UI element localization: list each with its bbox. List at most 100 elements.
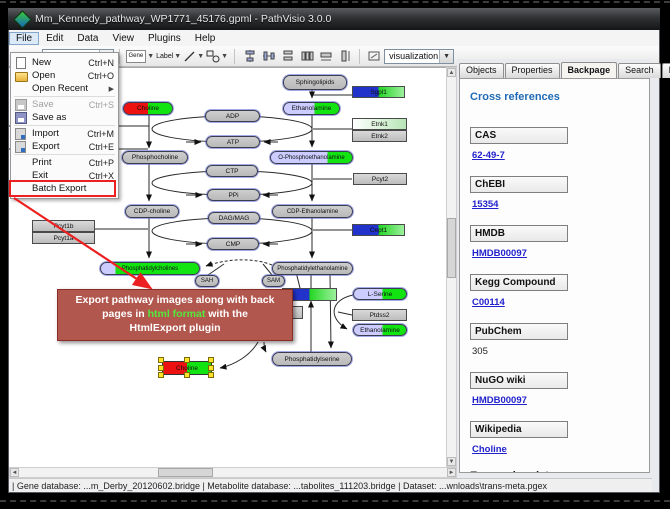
common-height-button[interactable] bbox=[336, 48, 353, 65]
node-ethanolamine-top[interactable]: Ethanolamine bbox=[283, 102, 340, 115]
selection-handle[interactable] bbox=[158, 372, 164, 378]
xref-header-chebi: ChEBI bbox=[470, 176, 568, 193]
selection-handle[interactable] bbox=[158, 365, 164, 371]
xref-link-chebi[interactable]: 15354 bbox=[472, 199, 639, 210]
selection-handle[interactable] bbox=[184, 357, 190, 363]
node-phosphatidylcholines[interactable]: Phosphatidylcholines bbox=[100, 262, 200, 275]
menu-item-save[interactable]: SaveCtrl+S bbox=[11, 98, 118, 111]
chevron-down-icon[interactable]: ▼ bbox=[221, 53, 228, 60]
node-sam[interactable]: SAM bbox=[262, 275, 285, 287]
node-cdp-choline[interactable]: CDP-choline bbox=[125, 205, 179, 218]
visualization-combobox[interactable]: visualization ▼ bbox=[384, 49, 454, 64]
node-pcyt1a[interactable]: Pcyt1a bbox=[32, 232, 95, 244]
menu-item-print[interactable]: PrintCtrl+P bbox=[11, 156, 118, 169]
node-choline-top[interactable]: Choline bbox=[123, 102, 173, 115]
tab-search[interactable]: Search bbox=[618, 63, 661, 78]
tab-objects[interactable]: Objects bbox=[459, 63, 504, 78]
menu-item-open[interactable]: OpenCtrl+O bbox=[11, 69, 118, 82]
export-icon bbox=[15, 141, 27, 152]
menu-help[interactable]: Help bbox=[188, 32, 223, 45]
label-icon: Label bbox=[156, 53, 173, 60]
node-phosphocholine[interactable]: Phosphocholine bbox=[122, 151, 188, 164]
node-sah[interactable]: SAH bbox=[195, 275, 219, 287]
add-label-button[interactable]: Label ▼ bbox=[156, 48, 181, 65]
node-atp[interactable]: ATP bbox=[206, 136, 260, 148]
scroll-left-icon[interactable]: ◄ bbox=[10, 468, 19, 477]
node-cept1[interactable]: Cept1 bbox=[352, 224, 405, 236]
node-l-serine[interactable]: L-Serine bbox=[353, 288, 407, 300]
xref-link-nugo[interactable]: HMDB00097 bbox=[472, 395, 639, 406]
node-cmp[interactable]: CMP bbox=[207, 238, 259, 250]
gene-node-icon: Gene bbox=[126, 50, 147, 63]
open-folder-icon bbox=[15, 70, 27, 81]
scrollbar-thumb[interactable] bbox=[447, 218, 456, 278]
selection-handle[interactable] bbox=[184, 372, 190, 378]
import-icon bbox=[15, 128, 27, 139]
node-sphingolipids[interactable]: Sphingolipids bbox=[283, 75, 347, 90]
submenu-arrow-icon: ▶ bbox=[109, 85, 114, 93]
node-etnk1[interactable]: Etnk1 bbox=[352, 118, 407, 130]
xref-header-nugo: NuGO wiki bbox=[470, 372, 568, 389]
stack-horizontal-button[interactable] bbox=[298, 48, 315, 65]
selection-handle[interactable] bbox=[158, 357, 164, 363]
menu-item-export[interactable]: ExportCtrl+E bbox=[11, 140, 118, 153]
title-bar[interactable]: Mm_Kennedy_pathway_WP1771_45176.gpml - P… bbox=[8, 8, 660, 30]
cross-references-heading: Cross references bbox=[470, 91, 639, 103]
tab-legend[interactable]: Legend bbox=[662, 63, 670, 78]
stack-vertical-button[interactable] bbox=[279, 48, 296, 65]
menu-item-import[interactable]: ImportCtrl+M bbox=[11, 127, 118, 140]
add-gene-node-button[interactable]: Gene ▼ bbox=[126, 48, 155, 65]
menu-separator bbox=[14, 154, 115, 155]
node-pcyt1b[interactable]: Pcyt1b bbox=[32, 220, 95, 232]
line-tool-button[interactable]: ▼ bbox=[183, 48, 204, 65]
tab-backpage[interactable]: Backpage bbox=[561, 62, 618, 78]
node-cdp-ethanolamine[interactable]: CDP-Ethanolamine bbox=[272, 205, 353, 218]
scrollbar-thumb[interactable] bbox=[158, 468, 213, 477]
line-icon bbox=[183, 50, 196, 63]
visualization-icon[interactable] bbox=[366, 48, 383, 65]
node-phosphatidylethanolamine[interactable]: Phosphatidylethanolamine bbox=[272, 262, 353, 275]
node-ethanolamine-bottom[interactable]: Ethanolamine bbox=[353, 324, 407, 336]
menu-file[interactable]: File bbox=[9, 32, 39, 45]
node-pcyt2[interactable]: Pcyt2 bbox=[353, 173, 407, 185]
node-phosphatidylserine[interactable]: Phosphatidylserine bbox=[272, 352, 352, 366]
scroll-right-icon[interactable]: ► bbox=[447, 468, 456, 477]
xref-link-hmdb[interactable]: HMDB00097 bbox=[472, 248, 639, 259]
scroll-down-icon[interactable]: ▼ bbox=[447, 457, 456, 466]
selection-handle[interactable] bbox=[208, 372, 214, 378]
xref-link-wikipedia[interactable]: Choline bbox=[472, 444, 639, 455]
menu-item-new[interactable]: NewCtrl+N bbox=[11, 56, 118, 69]
common-width-button[interactable] bbox=[317, 48, 334, 65]
menu-plugins[interactable]: Plugins bbox=[141, 32, 188, 45]
menu-item-open-recent[interactable]: Open Recent▶ bbox=[11, 82, 118, 95]
align-center-y-button[interactable] bbox=[260, 48, 277, 65]
node-ppi[interactable]: PPi bbox=[207, 189, 260, 201]
status-bar: | Gene database: ...m_Derby_20120602.bri… bbox=[9, 478, 652, 492]
chevron-down-icon[interactable]: ▼ bbox=[197, 53, 204, 60]
node-ptdss2[interactable]: Ptdss2 bbox=[352, 309, 407, 321]
scroll-up-icon[interactable]: ▲ bbox=[447, 68, 456, 77]
align-center-x-button[interactable] bbox=[241, 48, 258, 65]
chevron-down-icon[interactable]: ▼ bbox=[147, 53, 154, 60]
canvas-vertical-scrollbar[interactable]: ▲ ▼ bbox=[446, 67, 457, 467]
tab-properties[interactable]: Properties bbox=[505, 63, 560, 78]
xref-link-cas[interactable]: 62-49-7 bbox=[472, 150, 639, 161]
xref-link-kegg[interactable]: C00114 bbox=[472, 297, 639, 308]
node-ctp[interactable]: CTP bbox=[206, 165, 258, 177]
selection-handle[interactable] bbox=[208, 357, 214, 363]
selection-handle[interactable] bbox=[208, 365, 214, 371]
shape-tool-button[interactable]: ▼ bbox=[206, 48, 228, 65]
menu-data[interactable]: Data bbox=[70, 32, 105, 45]
expression-data-heading: Expression data bbox=[470, 470, 639, 473]
node-adp[interactable]: ADP bbox=[205, 110, 260, 122]
node-sgpl1[interactable]: Sgpl1 bbox=[352, 86, 405, 98]
node-etnk2[interactable]: Etnk2 bbox=[352, 130, 407, 142]
node-dag-mag[interactable]: DAG/MAG bbox=[208, 212, 260, 224]
chevron-down-icon[interactable]: ▼ bbox=[174, 53, 181, 60]
canvas-horizontal-scrollbar[interactable]: ◄ ► bbox=[9, 467, 457, 478]
chevron-down-icon[interactable]: ▼ bbox=[439, 50, 453, 63]
node-o-phosphoethanolamine[interactable]: O-Phosphoethanolamine bbox=[270, 151, 353, 164]
menu-view[interactable]: View bbox=[105, 32, 141, 45]
menu-item-save-as[interactable]: Save as bbox=[11, 111, 118, 124]
menu-edit[interactable]: Edit bbox=[39, 32, 70, 45]
